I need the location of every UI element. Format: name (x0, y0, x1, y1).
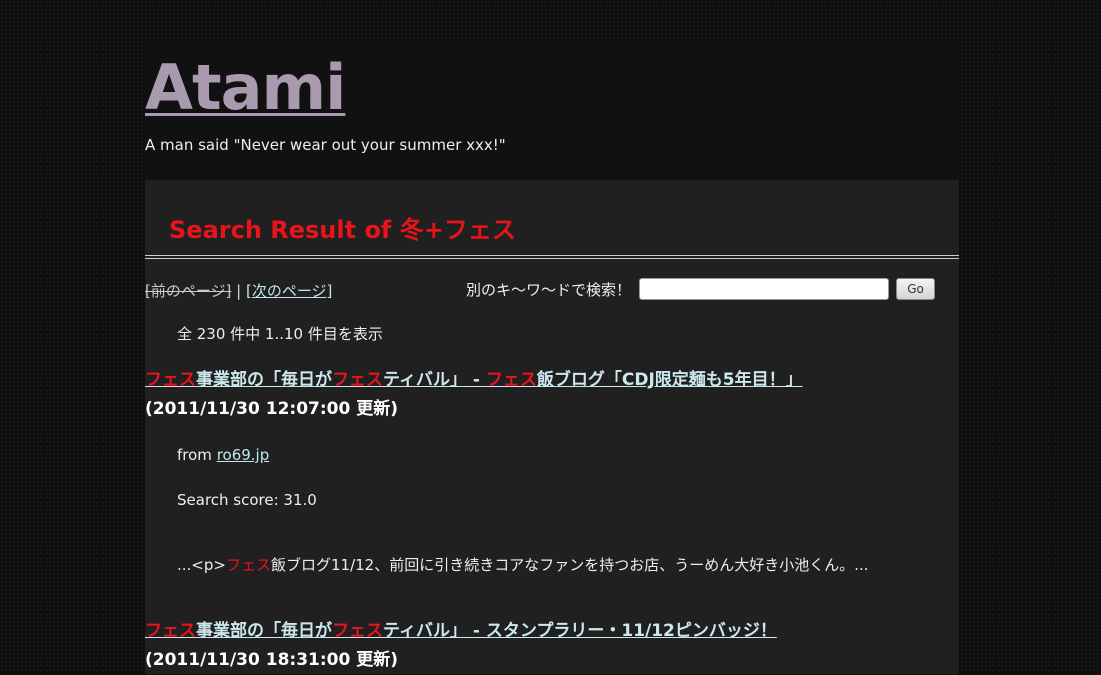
snippet-text: ...<p> (177, 556, 226, 574)
result-item: フェス事業部の「毎日がフェスティバル」 - フェス飯ブログ「CDJ限定麺も5年目… (145, 366, 959, 424)
search-form: 別のキ～ワ～ドで検索！ Go (466, 278, 936, 300)
highlight-term: フェス (145, 370, 196, 390)
highlight-term: フェス (145, 621, 196, 641)
source-link[interactable]: ro69.jp (217, 446, 270, 464)
result-title: フェス事業部の「毎日がフェスティバル」 - スタンプラリー・11/12ピンバッジ… (145, 617, 959, 675)
search-input[interactable] (639, 278, 890, 300)
double-divider (145, 255, 959, 259)
highlight-term: フェス (485, 370, 537, 390)
result-score: Search score: 31.0 (177, 491, 317, 509)
search-prompt: 別のキ～ワ～ドで検索！ (466, 280, 632, 299)
page-container: Atami A man said "Never wear out your su… (145, 40, 959, 674)
result-title: フェス事業部の「毎日がフェスティバル」 - フェス飯ブログ「CDJ限定麺も5年目… (145, 366, 959, 424)
next-page-link[interactable]: [次のページ] (246, 282, 332, 300)
highlight-term: フェス (332, 370, 383, 390)
result-date: (2011/11/30 18:31:00 更新) (145, 650, 398, 670)
site-title-link[interactable]: Atami (145, 52, 346, 124)
result-source: from ro69.jp (177, 446, 269, 464)
search-result-heading: Search Result of 冬+フェス (169, 210, 516, 245)
title-text: 事業部の「毎日が (196, 370, 332, 390)
site-tagline: A man said "Never wear out your summer x… (145, 136, 506, 154)
main-content: Search Result of 冬+フェス [前のページ] | [次のページ]… (145, 180, 959, 674)
result-title-link[interactable]: フェス事業部の「毎日がフェスティバル」 - フェス飯ブログ「CDJ限定麺も5年目… (145, 370, 803, 390)
from-label: from (177, 446, 217, 464)
pagination: [前のページ] | [次のページ] (145, 280, 332, 301)
highlight-term: フェス (225, 556, 271, 574)
snippet-text: 飯ブログ11/12、前回に引き続きコアなファンを持つお店、うーめん大好き小池くん… (270, 556, 869, 574)
result-item: フェス事業部の「毎日がフェスティバル」 - スタンプラリー・11/12ピンバッジ… (145, 617, 959, 675)
site-header: Atami A man said "Never wear out your su… (145, 40, 959, 180)
go-button[interactable]: Go (896, 278, 936, 300)
result-date: (2011/11/30 12:07:00 更新) (145, 399, 398, 419)
result-snippet: ...<p>フェス飯ブログ11/12、前回に引き続きコアなファンを持つお店、うー… (177, 554, 869, 575)
title-text: 事業部の「毎日が (196, 621, 332, 641)
result-count: 全 230 件中 1..10 件目を表示 (177, 325, 383, 343)
prev-page-link: [前のページ] (145, 282, 232, 300)
title-text: 飯ブログ「CDJ限定麺も5年目！」 (536, 370, 803, 390)
title-text: ティバル」 - (383, 370, 486, 390)
heading-prefix: Search Result of (169, 216, 400, 244)
result-title-link[interactable]: フェス事業部の「毎日がフェスティバル」 - スタンプラリー・11/12ピンバッジ… (145, 621, 777, 641)
title-text: ティバル」 - スタンプラリー・11/12ピンバッジ！ (383, 621, 777, 641)
highlight-term: フェス (332, 621, 383, 641)
pager-separator: | (231, 282, 246, 300)
heading-query: 冬+フェス (399, 216, 516, 244)
